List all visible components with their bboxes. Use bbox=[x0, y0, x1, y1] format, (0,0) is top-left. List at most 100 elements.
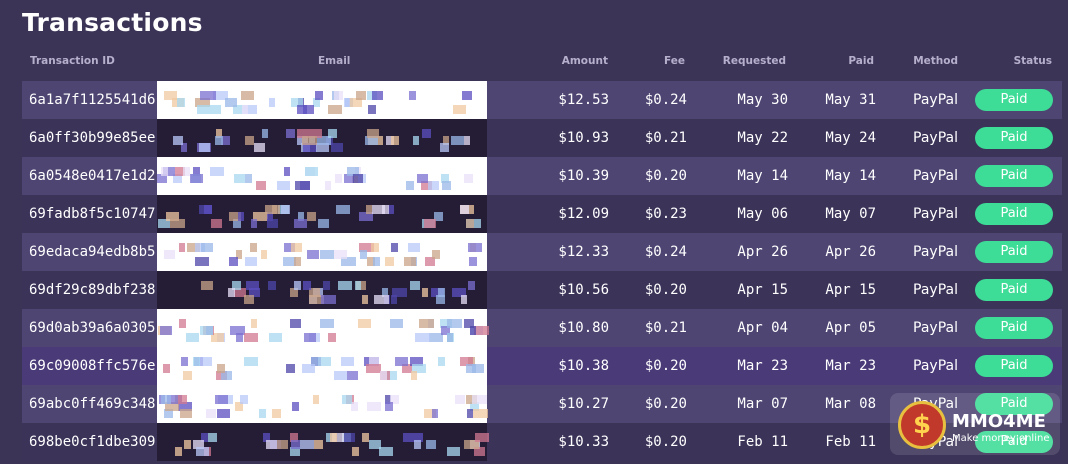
pixel-block bbox=[244, 333, 258, 342]
pixel-block bbox=[438, 288, 445, 297]
redacted-pixelation bbox=[157, 81, 487, 119]
amount: $10.56 bbox=[558, 282, 609, 298]
pixel-block bbox=[379, 447, 393, 456]
pixel-block bbox=[302, 136, 317, 145]
pixel-block bbox=[196, 447, 209, 456]
requested-date: May 14 bbox=[737, 168, 788, 184]
col-requested[interactable]: Requested bbox=[723, 55, 786, 67]
pixel-block bbox=[265, 205, 277, 214]
paid-date: May 07 bbox=[825, 206, 876, 222]
pixel-block bbox=[344, 98, 350, 107]
transaction-id: 69df29c89dbf238 bbox=[29, 282, 156, 298]
pixel-block bbox=[372, 91, 383, 100]
pixel-block bbox=[422, 288, 428, 297]
pixel-block bbox=[184, 440, 191, 449]
pixel-block bbox=[272, 409, 281, 418]
pixel-block bbox=[422, 129, 431, 138]
requested-date: Feb 11 bbox=[737, 434, 788, 450]
pixel-block bbox=[356, 91, 366, 100]
pixel-block bbox=[251, 319, 257, 328]
table-row[interactable]: 69df29c89dbf238 $10.56 $0.20 Apr 15 Apr … bbox=[22, 271, 1062, 309]
pixel-block bbox=[414, 440, 421, 449]
paid-date: May 31 bbox=[825, 92, 876, 108]
table-row[interactable]: 69fadb8f5c10747 $12.09 $0.23 May 06 May … bbox=[22, 195, 1062, 233]
col-status[interactable]: Status bbox=[1014, 55, 1052, 67]
pixel-block bbox=[419, 319, 434, 328]
pixel-block bbox=[228, 288, 235, 297]
pixel-block bbox=[362, 295, 368, 304]
fee: $0.20 bbox=[644, 358, 687, 374]
requested-date: Apr 26 bbox=[737, 244, 788, 260]
pixel-block bbox=[204, 205, 212, 214]
redacted-pixelation bbox=[157, 233, 487, 271]
pixel-block bbox=[250, 243, 257, 252]
transaction-id: 6a0548e0417e1d2 bbox=[29, 168, 156, 184]
amount: $10.39 bbox=[558, 168, 609, 184]
pixel-block bbox=[403, 433, 414, 442]
pixel-block bbox=[392, 288, 407, 297]
pixel-block bbox=[173, 136, 183, 145]
pixel-block bbox=[305, 167, 318, 176]
table-row[interactable]: 6a1a7f1125541d6 $12.53 $0.24 May 30 May … bbox=[22, 81, 1062, 119]
pixel-block bbox=[267, 219, 278, 228]
col-fee[interactable]: Fee bbox=[664, 55, 685, 67]
pixel-block bbox=[211, 219, 222, 228]
table-row[interactable]: 6a0548e0417e1d2 $10.39 $0.20 May 14 May … bbox=[22, 157, 1062, 195]
redacted-pixelation bbox=[157, 423, 489, 461]
pixel-block bbox=[211, 105, 221, 114]
transaction-id: 69fadb8f5c10747 bbox=[29, 206, 156, 222]
pixel-block bbox=[242, 105, 248, 114]
pixel-block bbox=[190, 174, 203, 183]
col-method[interactable]: Method bbox=[913, 55, 958, 67]
payment-method: PayPal bbox=[913, 130, 958, 146]
pixel-block bbox=[464, 174, 473, 183]
table-header: Transaction ID Email Amount Fee Requeste… bbox=[22, 55, 1062, 73]
table-row[interactable]: 69edaca94edb8b5 $12.33 $0.24 Apr 26 Apr … bbox=[22, 233, 1062, 271]
col-paid[interactable]: Paid bbox=[848, 55, 874, 67]
pixel-block bbox=[186, 333, 199, 342]
pixel-block bbox=[161, 395, 171, 404]
pixel-block bbox=[328, 129, 337, 138]
pixel-block bbox=[234, 174, 245, 183]
pixel-block bbox=[180, 409, 192, 418]
pixel-block bbox=[347, 371, 358, 380]
transaction-id: 6a1a7f1125541d6 bbox=[29, 92, 156, 108]
table-row[interactable]: 6a0ff30b99e85ee $10.93 $0.21 May 22 May … bbox=[22, 119, 1062, 157]
pixel-block bbox=[362, 433, 369, 442]
pixel-block bbox=[195, 257, 209, 266]
requested-date: Mar 07 bbox=[737, 396, 788, 412]
pixel-block bbox=[323, 281, 330, 290]
pixel-block bbox=[246, 281, 259, 290]
transaction-id: 6a0ff30b99e85ee bbox=[29, 130, 156, 146]
pixel-block bbox=[313, 395, 319, 404]
amount: $12.33 bbox=[558, 244, 609, 260]
pixel-block bbox=[344, 433, 355, 442]
pixel-block bbox=[277, 181, 290, 190]
col-transaction-id[interactable]: Transaction ID bbox=[30, 55, 115, 67]
table-row[interactable]: 69d0ab39a6a0305 $10.80 $0.21 Apr 04 Apr … bbox=[22, 309, 1062, 347]
pixel-block bbox=[208, 433, 217, 442]
pixel-block bbox=[294, 281, 301, 290]
pixel-block bbox=[453, 105, 466, 114]
pixel-block bbox=[303, 105, 314, 114]
redacted-pixelation bbox=[157, 119, 487, 157]
pixel-block bbox=[256, 181, 266, 190]
col-email[interactable]: Email bbox=[318, 55, 350, 67]
pixel-block bbox=[390, 319, 403, 328]
pixel-block bbox=[331, 143, 343, 152]
pixel-block bbox=[206, 409, 216, 418]
pixel-block bbox=[314, 440, 323, 449]
pixel-block bbox=[281, 205, 290, 214]
status-badge: Paid bbox=[975, 165, 1053, 187]
pixel-block bbox=[395, 357, 408, 366]
col-amount[interactable]: Amount bbox=[562, 55, 608, 67]
pixel-block bbox=[325, 181, 331, 190]
watermark-name: MMO4ME bbox=[952, 411, 1046, 432]
pixel-block bbox=[291, 440, 300, 449]
pixel-block bbox=[277, 440, 288, 449]
pixel-block bbox=[215, 395, 228, 404]
pixel-block bbox=[460, 205, 469, 214]
pixel-block bbox=[217, 409, 230, 418]
table-row[interactable]: 69c09008ffc576e $10.38 $0.20 Mar 23 Mar … bbox=[22, 347, 1062, 385]
pixel-block bbox=[236, 333, 243, 342]
